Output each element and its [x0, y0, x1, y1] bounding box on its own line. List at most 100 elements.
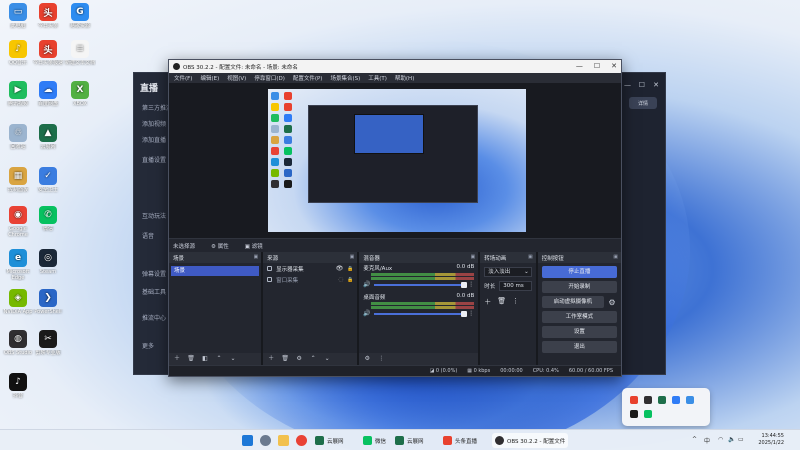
menu-scene-collection[interactable]: 场景集合(S): [330, 74, 360, 82]
channel-menu-icon[interactable]: ⋮: [468, 310, 474, 317]
back-sidebar-item[interactable]: 添加直播: [142, 135, 166, 144]
back-minimize-button[interactable]: —: [624, 81, 631, 89]
desktop-icon[interactable]: X XBOX: [64, 81, 96, 113]
gear-icon[interactable]: ⚙: [607, 298, 617, 307]
taskbar-app[interactable]: 云展网: [392, 433, 427, 448]
menu-help[interactable]: 帮助(H): [395, 74, 414, 82]
speaker-icon[interactable]: 🔊: [363, 310, 370, 317]
desktop-icon[interactable]: ♲ 回收站: [2, 124, 34, 156]
stream-button[interactable]: 停止直播: [541, 266, 617, 278]
speaker-icon[interactable]: 🔊: [363, 281, 370, 288]
eye-icon[interactable]: ◌: [338, 276, 343, 283]
mixer-settings-icon[interactable]: ⚙: [363, 355, 371, 363]
maximize-button[interactable]: ☐: [594, 62, 600, 70]
lock-icon[interactable]: 🔒: [347, 277, 353, 283]
tray-overflow-button[interactable]: ^: [692, 436, 697, 443]
exit-button[interactable]: 退出: [541, 341, 617, 353]
desktop-icon[interactable]: ✆ 微信: [32, 206, 64, 238]
desktop-icon[interactable]: ◎ Steam: [32, 249, 64, 281]
scene-list-item[interactable]: 场景: [171, 266, 260, 276]
channel-menu-icon[interactable]: ⋮: [468, 281, 474, 288]
volume-icon[interactable]: 🔈: [728, 436, 735, 443]
taskbar-app[interactable]: 头条直播: [440, 433, 480, 448]
desktop-icon[interactable]: ▦ 控制面板: [2, 167, 34, 199]
move-up-icon[interactable]: ⌃: [309, 355, 317, 363]
back-sidebar-item[interactable]: 更多: [142, 341, 154, 350]
tray-app-icon[interactable]: [644, 396, 652, 404]
taskbar-app-obs[interactable]: OBS 30.2.2 - 配置文件: [492, 433, 569, 448]
move-down-icon[interactable]: ⌄: [323, 355, 331, 363]
eye-icon[interactable]: 👁: [336, 265, 344, 272]
back-sidebar-item[interactable]: 弹幕设置: [142, 269, 166, 278]
source-properties-icon[interactable]: ⚙: [295, 355, 303, 363]
back-sidebar-item[interactable]: 语音: [142, 231, 154, 240]
back-maximize-button[interactable]: ☐: [639, 81, 645, 89]
dock-options-icon[interactable]: ▣: [253, 254, 258, 260]
source-list-item[interactable]: 窗口采集 ◌ 🔒: [263, 274, 357, 285]
desktop-icon[interactable]: 头今日头条: [32, 3, 64, 35]
desktop-icon[interactable]: 头今日头条极速: [32, 40, 64, 72]
properties-button[interactable]: ⚙ 属性: [211, 242, 229, 250]
desktop-icon[interactable]: ▭ 此电脑: [2, 3, 34, 35]
add-source-icon[interactable]: ＋: [267, 355, 275, 363]
desktop-icon[interactable]: ◍ OBS Studio: [2, 330, 34, 362]
tray-app-icon[interactable]: [672, 396, 680, 404]
desktop-icon[interactable]: e Microsoft Edge: [2, 249, 34, 281]
desktop-icon[interactable]: ❯ PowerShell: [32, 289, 64, 321]
menu-profile[interactable]: 配置文件(P): [293, 74, 323, 82]
tray-app-icon[interactable]: [686, 396, 694, 404]
desktop-icon[interactable]: ☁ 百度网盘: [32, 81, 64, 113]
mixer-menu-icon[interactable]: ⋮: [377, 355, 385, 363]
back-close-button[interactable]: ✕: [653, 81, 659, 89]
lock-icon[interactable]: 🔒: [347, 266, 353, 272]
transition-menu-icon[interactable]: ⋮: [512, 297, 519, 307]
volume-slider[interactable]: [373, 310, 468, 317]
clock[interactable]: 13:44:55 2025/1/22: [758, 433, 784, 447]
record-button[interactable]: 开始录制: [541, 281, 617, 293]
menu-file[interactable]: 文件(F): [174, 74, 192, 82]
scene-filter-icon[interactable]: ◧: [201, 355, 209, 363]
obs-preview-area[interactable]: [169, 83, 621, 238]
desktop-icon[interactable]: ✂ 剪映专业版: [32, 330, 64, 362]
add-scene-icon[interactable]: ＋: [173, 355, 181, 363]
add-transition-icon[interactable]: ＋: [484, 297, 491, 307]
obs-window[interactable]: OBS 30.2.2 - 配置文件: 未命名 - 场景: 未命名 — ☐ ✕ 文…: [168, 59, 622, 377]
dock-options-icon[interactable]: ▣: [613, 254, 618, 260]
desktop-icon[interactable]: ▶ 腾讯视频: [2, 81, 34, 113]
file-explorer-icon[interactable]: [278, 435, 289, 446]
dock-options-icon[interactable]: ▣: [528, 254, 533, 260]
back-sidebar-item[interactable]: 添加视频: [142, 119, 166, 128]
menu-tools[interactable]: 工具(T): [368, 74, 387, 82]
wifi-icon[interactable]: ◠: [718, 436, 723, 443]
menu-edit[interactable]: 编辑(E): [200, 74, 219, 82]
studio-mode-button[interactable]: 工作室模式: [541, 311, 617, 323]
back-sidebar-item[interactable]: 推流中心: [142, 313, 166, 322]
menu-docks[interactable]: 停靠窗口(D): [254, 74, 285, 82]
duration-input[interactable]: 300 ms: [499, 281, 532, 291]
desktop-icon[interactable]: ▲ 云展网: [32, 124, 64, 156]
close-button[interactable]: ✕: [611, 62, 617, 70]
remove-scene-icon[interactable]: 🗑: [187, 355, 195, 363]
menu-view[interactable]: 视图(V): [227, 74, 246, 82]
taskbar-app[interactable]: 云展网: [312, 433, 347, 448]
move-up-icon[interactable]: ⌃: [215, 355, 223, 363]
volume-slider[interactable]: [373, 281, 468, 288]
taskbar-app[interactable]: 微信: [360, 433, 389, 448]
desktop-icon[interactable]: ◈ NVIDIA App: [2, 289, 34, 321]
settings-button[interactable]: 设置: [541, 326, 617, 338]
search-icon[interactable]: [260, 435, 271, 446]
desktop-icon[interactable]: ◉ Google Chrome: [2, 206, 34, 238]
transition-select[interactable]: 淡入淡出 ⌄: [484, 267, 532, 277]
battery-icon[interactable]: ▭: [738, 436, 744, 443]
tray-app-icon[interactable]: [630, 410, 638, 418]
virtual-camera-button[interactable]: 启动虚拟摄像机: [541, 296, 604, 308]
desktop-icon[interactable]: G 易歌资源: [64, 3, 96, 35]
tray-app-icon[interactable]: [644, 410, 652, 418]
back-sidebar-item[interactable]: 互动玩法: [142, 211, 166, 220]
chrome-icon[interactable]: [296, 435, 307, 446]
tray-app-icon[interactable]: [630, 396, 638, 404]
tray-app-icon[interactable]: [658, 396, 666, 404]
filters-button[interactable]: ▣ 滤镜: [245, 242, 263, 250]
source-list-item[interactable]: 显示器采集 👁 🔒: [263, 263, 357, 274]
desktop-icon[interactable]: ♪ QQ音乐: [2, 40, 34, 72]
